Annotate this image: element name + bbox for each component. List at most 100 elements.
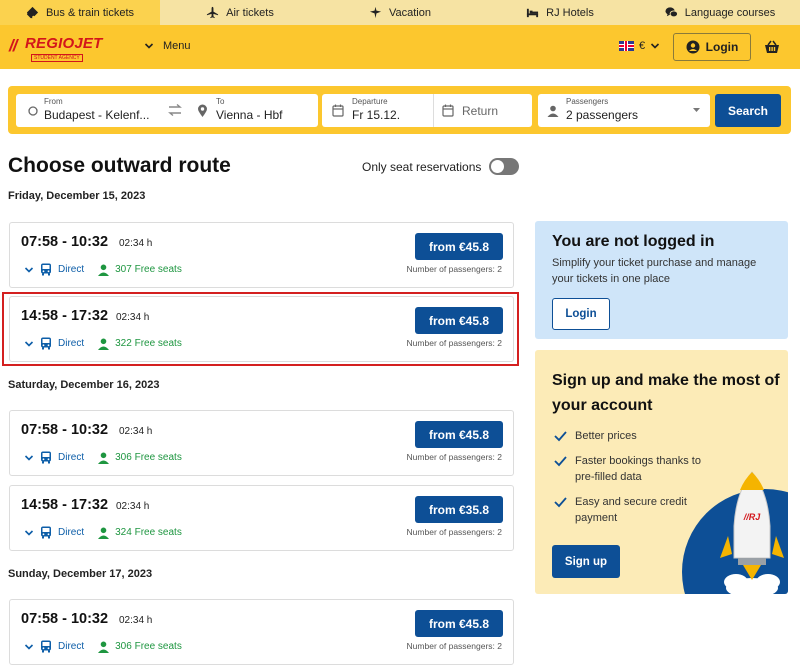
bed-icon bbox=[527, 8, 539, 18]
logo-mark: // bbox=[9, 36, 18, 55]
tab-air-tickets[interactable]: Air tickets bbox=[160, 0, 320, 25]
person-icon bbox=[98, 527, 110, 539]
passengers-field[interactable]: Passengers 2 passengers bbox=[538, 94, 710, 127]
from-input[interactable]: Budapest - Kelenf... bbox=[44, 108, 149, 122]
chevron-down-icon[interactable] bbox=[24, 265, 34, 275]
main-header: // REGIOJET STUDENT AGENCY Menu € Login bbox=[0, 25, 800, 69]
tab-vacation[interactable]: Vacation bbox=[320, 0, 480, 25]
benefit-text: Better prices bbox=[575, 430, 637, 442]
seat-reservation-toggle[interactable] bbox=[489, 158, 520, 175]
login-label: Login bbox=[705, 40, 739, 54]
person-icon bbox=[547, 105, 559, 117]
user-icon bbox=[686, 40, 700, 54]
menu-label: Menu bbox=[163, 40, 191, 52]
menu-button[interactable]: Menu bbox=[144, 40, 191, 52]
origin-circle-icon bbox=[28, 106, 38, 116]
calendar-icon bbox=[332, 104, 344, 117]
seat-reservation-toggle-wrap: Only seat reservations bbox=[362, 158, 520, 175]
route-details: Direct 306 Free seats bbox=[24, 451, 182, 464]
return-input[interactable]: Return bbox=[462, 104, 498, 118]
price-button[interactable]: from €45.8 bbox=[415, 233, 503, 260]
logo-subtitle: STUDENT AGENCY bbox=[31, 54, 83, 62]
calendar-icon bbox=[442, 104, 454, 117]
signup-panel: Sign up and make the most of your accoun… bbox=[535, 350, 788, 594]
rocket-logo-text: //RJ bbox=[743, 512, 762, 522]
route-details: Direct 307 Free seats bbox=[24, 263, 182, 276]
chevron-down-icon bbox=[651, 43, 660, 49]
free-seats: 306 Free seats bbox=[115, 641, 182, 652]
free-seats: 324 Free seats bbox=[115, 527, 182, 538]
route-card[interactable]: 07:58 - 10:32 02:34 h Direct 306 Free se… bbox=[9, 410, 514, 476]
price-button[interactable]: from €45.8 bbox=[415, 610, 503, 637]
chevron-down-icon[interactable] bbox=[24, 453, 34, 463]
chat-bubbles-icon bbox=[665, 7, 678, 18]
route-duration: 02:34 h bbox=[116, 501, 150, 512]
language-currency-selector[interactable]: € bbox=[619, 40, 660, 52]
selection-highlight bbox=[2, 292, 519, 366]
departure-input[interactable]: Fr 15.12. bbox=[352, 108, 400, 122]
price-button[interactable]: from €45.8 bbox=[415, 421, 503, 448]
not-logged-in-panel: You are not logged in Simplify your tick… bbox=[535, 221, 788, 339]
passenger-count: Number of passengers: 2 bbox=[406, 641, 502, 651]
rocket-illustration: //RJ bbox=[682, 471, 788, 594]
signup-button[interactable]: Sign up bbox=[552, 545, 620, 578]
header-login-button[interactable]: Login bbox=[673, 33, 751, 61]
from-to-field: From Budapest - Kelenf... To Vienna - Hb… bbox=[16, 94, 318, 127]
tab-label: RJ Hotels bbox=[546, 6, 594, 19]
route-times: 14:58 - 17:32 bbox=[21, 497, 109, 513]
passenger-count: Number of passengers: 2 bbox=[406, 452, 502, 462]
date-header: Saturday, December 16, 2023 bbox=[8, 379, 160, 391]
chevron-down-icon[interactable] bbox=[24, 642, 34, 652]
direct-label: Direct bbox=[58, 452, 85, 463]
person-icon bbox=[98, 452, 110, 464]
caret-down-icon bbox=[693, 108, 700, 112]
bus-icon bbox=[41, 640, 51, 653]
palm-plane-icon bbox=[369, 6, 382, 19]
tab-rj-hotels[interactable]: RJ Hotels bbox=[480, 0, 640, 25]
route-details: Direct 306 Free seats bbox=[24, 640, 182, 653]
passenger-count: Number of passengers: 2 bbox=[406, 527, 502, 537]
panel-title: You are not logged in bbox=[552, 233, 715, 250]
check-icon bbox=[554, 456, 567, 467]
bus-icon bbox=[41, 526, 51, 539]
tab-language-courses[interactable]: Language courses bbox=[640, 0, 800, 25]
route-times: 07:58 - 10:32 bbox=[21, 234, 109, 250]
passengers-label: Passengers bbox=[566, 97, 609, 106]
route-duration: 02:34 h bbox=[119, 238, 153, 249]
toggle-label: Only seat reservations bbox=[362, 159, 482, 174]
route-card[interactable]: 07:58 - 10:32 02:34 h Direct 307 Free se… bbox=[9, 222, 514, 288]
route-details: Direct 324 Free seats bbox=[24, 526, 182, 539]
route-card[interactable]: 07:58 - 10:32 02:34 h Direct 306 Free se… bbox=[9, 599, 514, 665]
from-label: From bbox=[44, 97, 63, 106]
tab-bus-train-tickets[interactable]: Bus & train tickets bbox=[0, 0, 160, 25]
check-icon bbox=[554, 497, 567, 508]
route-duration: 02:34 h bbox=[119, 615, 153, 626]
route-card[interactable]: 14:58 - 17:32 02:34 h Direct 324 Free se… bbox=[9, 485, 514, 551]
search-button[interactable]: Search bbox=[715, 94, 781, 127]
price-button[interactable]: from €35.8 bbox=[415, 496, 503, 523]
date-field: Departure Fr 15.12. Return bbox=[322, 94, 532, 127]
regiojet-logo[interactable]: // REGIOJET STUDENT AGENCY bbox=[9, 33, 102, 62]
free-seats: 306 Free seats bbox=[115, 452, 182, 463]
panel-login-button[interactable]: Login bbox=[552, 298, 610, 330]
check-icon bbox=[554, 431, 567, 442]
to-input[interactable]: Vienna - Hbf bbox=[216, 108, 283, 122]
bus-icon bbox=[41, 451, 51, 464]
direct-label: Direct bbox=[58, 527, 85, 538]
panel-description: Simplify your ticket purchase and manage… bbox=[552, 257, 757, 285]
page-title: Choose outward route bbox=[8, 154, 231, 177]
person-icon bbox=[98, 641, 110, 653]
swap-icon[interactable] bbox=[167, 103, 183, 117]
tab-label: Bus & train tickets bbox=[45, 6, 135, 19]
basket-icon[interactable] bbox=[764, 40, 780, 54]
passenger-count: Number of passengers: 2 bbox=[406, 264, 502, 274]
date-header: Friday, December 15, 2023 bbox=[8, 190, 146, 202]
direct-label: Direct bbox=[58, 641, 85, 652]
route-duration: 02:34 h bbox=[119, 426, 153, 437]
location-pin-icon bbox=[198, 104, 207, 117]
direct-label: Direct bbox=[58, 264, 85, 275]
free-seats: 307 Free seats bbox=[115, 264, 182, 275]
chevron-down-icon[interactable] bbox=[24, 528, 34, 538]
person-icon bbox=[98, 264, 110, 276]
passengers-value: 2 passengers bbox=[566, 108, 639, 122]
